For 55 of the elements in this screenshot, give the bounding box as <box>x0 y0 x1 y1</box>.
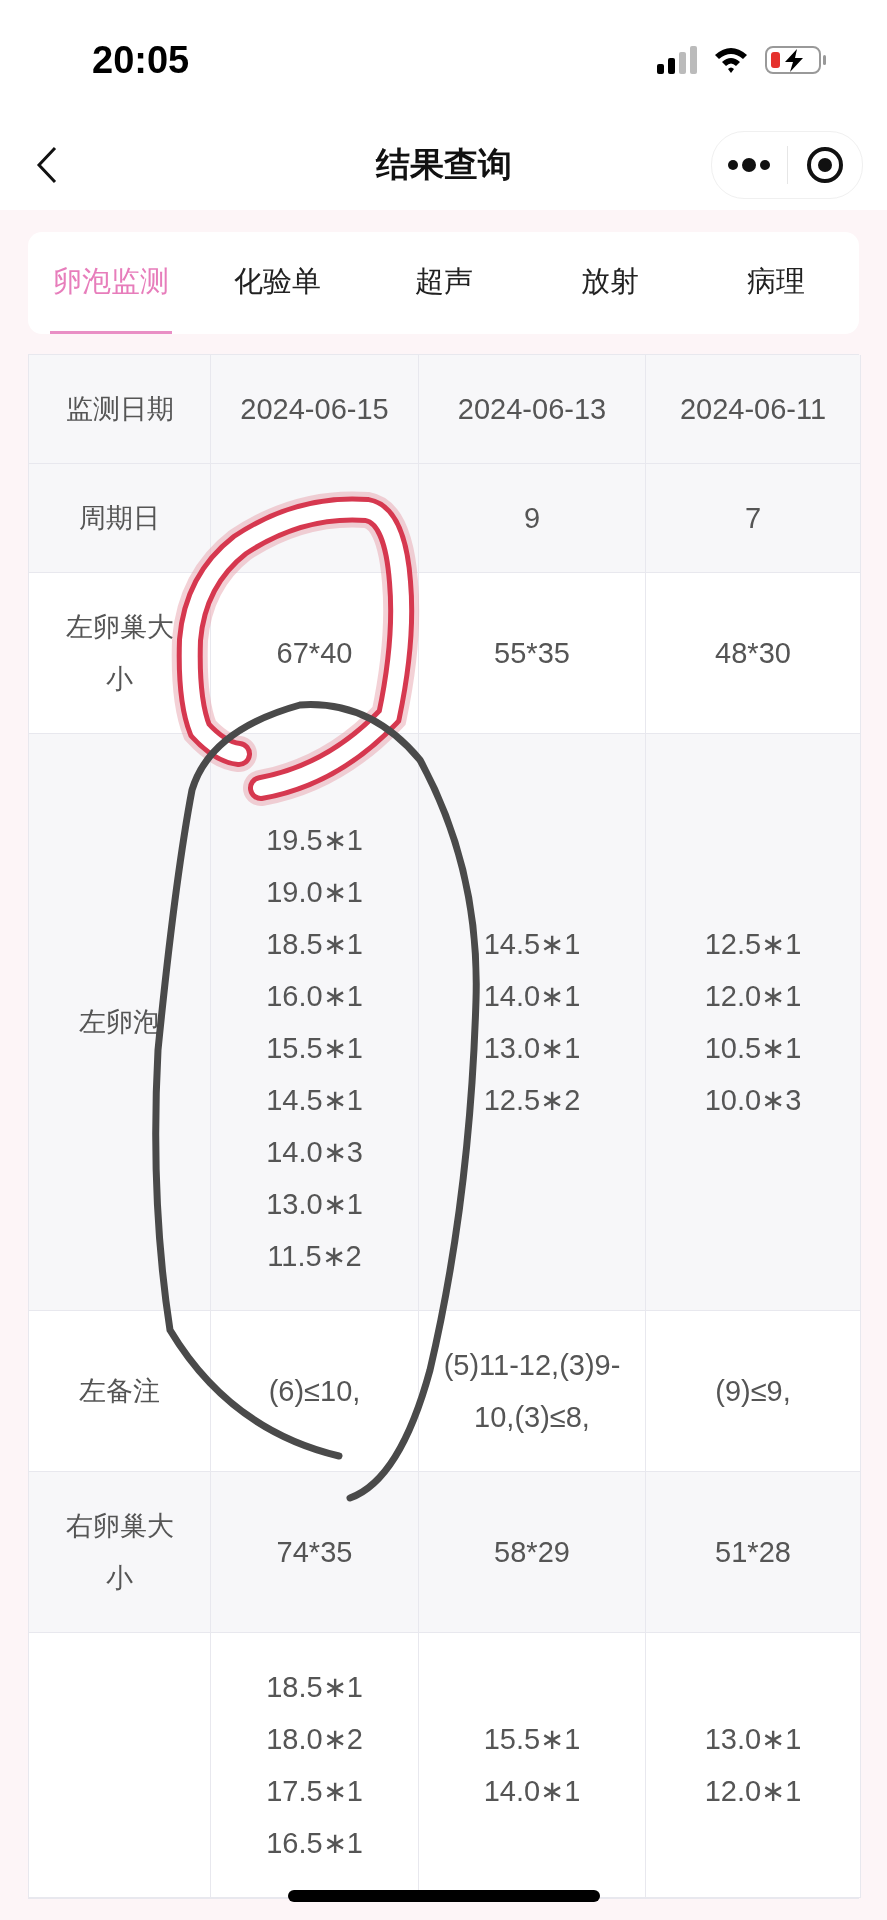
row-header: 左卵泡 <box>29 734 211 1311</box>
target-icon <box>805 146 844 184</box>
table-cell: (5)11-12,(3)9-10,(3)≤8, <box>419 1311 646 1472</box>
column-header: 2024-06-11 <box>646 355 861 464</box>
more-icon <box>727 158 772 172</box>
tab[interactable]: 超声 <box>382 232 505 334</box>
follicle-size: 10.5∗1 <box>704 1031 802 1066</box>
tab[interactable]: 病理 <box>714 232 837 334</box>
status-time: 20:05 <box>92 38 190 82</box>
column-header: 2024-06-13 <box>419 355 646 464</box>
battery-icon <box>765 45 827 75</box>
follicle-size: 12.5∗1 <box>704 927 802 962</box>
follicle-size: 12.5∗2 <box>483 1083 581 1118</box>
table-cell: 74*35 <box>211 1472 419 1633</box>
follicle-size: 14.5∗1 <box>483 927 581 962</box>
follicle-size: 12.0∗1 <box>704 979 802 1014</box>
follicle-size: 11.5∗2 <box>267 1239 362 1274</box>
follicle-size: 18.0∗2 <box>266 1722 363 1757</box>
signal-icon <box>657 46 697 74</box>
table-cell: (9)≤9, <box>646 1311 861 1472</box>
follicle-size: 15.5∗1 <box>483 1722 581 1757</box>
table-cell: 48*30 <box>646 573 861 734</box>
follicle-size: 14.0∗3 <box>266 1135 363 1170</box>
table-cell: 7 <box>646 464 861 573</box>
follicle-size: 12.0∗1 <box>704 1774 802 1809</box>
row-header: 左备注 <box>29 1311 211 1472</box>
column-header: 2024-06-15 <box>211 355 419 464</box>
table-cell: 58*29 <box>419 1472 646 1633</box>
column-header: 监测日期 <box>29 355 211 464</box>
follicle-size: 14.5∗1 <box>266 1083 363 1118</box>
tab[interactable]: 放射 <box>548 232 671 334</box>
follicle-size: 19.5∗1 <box>266 823 363 858</box>
follicle-size: 14.0∗1 <box>483 979 581 1014</box>
follicle-size: 18.5∗1 <box>266 927 363 962</box>
row-header: 周期日 <box>29 464 211 573</box>
tab[interactable]: 化验单 <box>216 232 339 334</box>
follicle-size: 19.0∗1 <box>266 875 363 910</box>
follicle-size: 10.0∗3 <box>704 1083 802 1118</box>
follicle-size: 16.5∗1 <box>266 1826 363 1861</box>
page-title: 结果查询 <box>375 143 512 186</box>
row-header: 右卵巢大小 <box>29 1472 211 1633</box>
follicle-size: 13.0∗1 <box>704 1722 802 1757</box>
table-cell: 55*35 <box>419 573 646 734</box>
follicle-size: 13.0∗1 <box>483 1031 581 1066</box>
table-cell: (6)≤10, <box>211 1311 419 1472</box>
follicle-size: 13.0∗1 <box>266 1187 363 1222</box>
follicle-size: 15.5∗1 <box>266 1031 363 1066</box>
follicle-size: 14.0∗1 <box>483 1774 581 1809</box>
follicle-size: 18.5∗1 <box>266 1670 363 1705</box>
table-cell: 9 <box>419 464 646 573</box>
wifi-icon <box>713 46 749 74</box>
table-cell: 51*28 <box>646 1472 861 1633</box>
follicle-size: 16.0∗1 <box>266 979 363 1014</box>
back-icon[interactable] <box>36 146 58 184</box>
follicle-size: 17.5∗1 <box>266 1774 363 1809</box>
